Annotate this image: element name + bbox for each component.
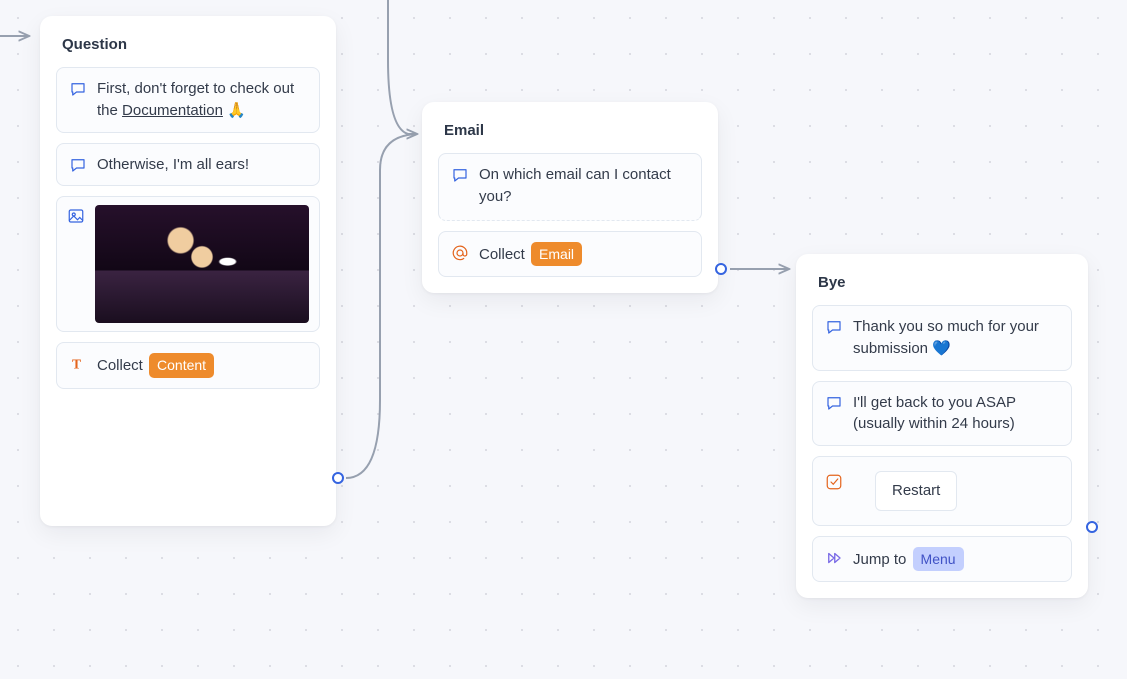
output-port[interactable] (332, 472, 344, 484)
svg-text:T: T (72, 357, 81, 372)
image-icon (67, 207, 85, 225)
chat-icon (825, 394, 843, 412)
choice-option[interactable]: Restart (875, 471, 957, 511)
message-block[interactable]: I'll get back to you ASAP (usually withi… (812, 381, 1072, 447)
output-port[interactable] (1086, 521, 1098, 533)
message-text: Thank you so much for your submission 💙 (853, 316, 1059, 360)
jump-target-tag: Menu (913, 547, 964, 571)
node-email[interactable]: Email On which email can I contact you? … (422, 102, 718, 293)
node-question[interactable]: Question First, don't forget to check ou… (40, 16, 336, 526)
image-block[interactable] (56, 196, 320, 332)
node-title: Email (444, 122, 696, 139)
fast-forward-icon (825, 549, 843, 567)
collect-block[interactable]: T Collect Content (56, 342, 320, 388)
message-text: First, don't forget to check out the Doc… (97, 78, 307, 122)
collect-text: Collect Content (97, 353, 307, 377)
output-port[interactable] (715, 263, 727, 275)
node-title: Question (62, 36, 314, 53)
doc-link[interactable]: Documentation (122, 102, 223, 119)
message-text: On which email can I contact you? (479, 164, 689, 208)
message-text: I'll get back to you ASAP (usually withi… (853, 392, 1059, 436)
node-bye[interactable]: Bye Thank you so much for your submissio… (796, 254, 1088, 598)
message-block[interactable]: On which email can I contact you? (438, 153, 702, 221)
chat-icon (451, 166, 469, 184)
chat-icon (69, 80, 87, 98)
choice-block[interactable]: Restart (812, 456, 1072, 526)
variable-tag: Content (149, 353, 214, 377)
node-title: Bye (818, 274, 1066, 291)
chat-icon (69, 156, 87, 174)
message-block[interactable]: Thank you so much for your submission 💙 (812, 305, 1072, 371)
chat-icon (825, 318, 843, 336)
jump-block[interactable]: Jump to Menu (812, 536, 1072, 582)
gif-preview (95, 205, 309, 323)
message-block[interactable]: Otherwise, I'm all ears! (56, 143, 320, 187)
text-icon: T (69, 355, 87, 373)
collect-text: Collect Email (479, 242, 689, 266)
at-icon (451, 244, 469, 262)
message-text: Otherwise, I'm all ears! (97, 154, 307, 176)
jump-text: Jump to Menu (853, 547, 1059, 571)
message-block[interactable]: First, don't forget to check out the Doc… (56, 67, 320, 133)
variable-tag: Email (531, 242, 582, 266)
collect-block[interactable]: Collect Email (438, 231, 702, 277)
choice-icon (825, 473, 843, 491)
